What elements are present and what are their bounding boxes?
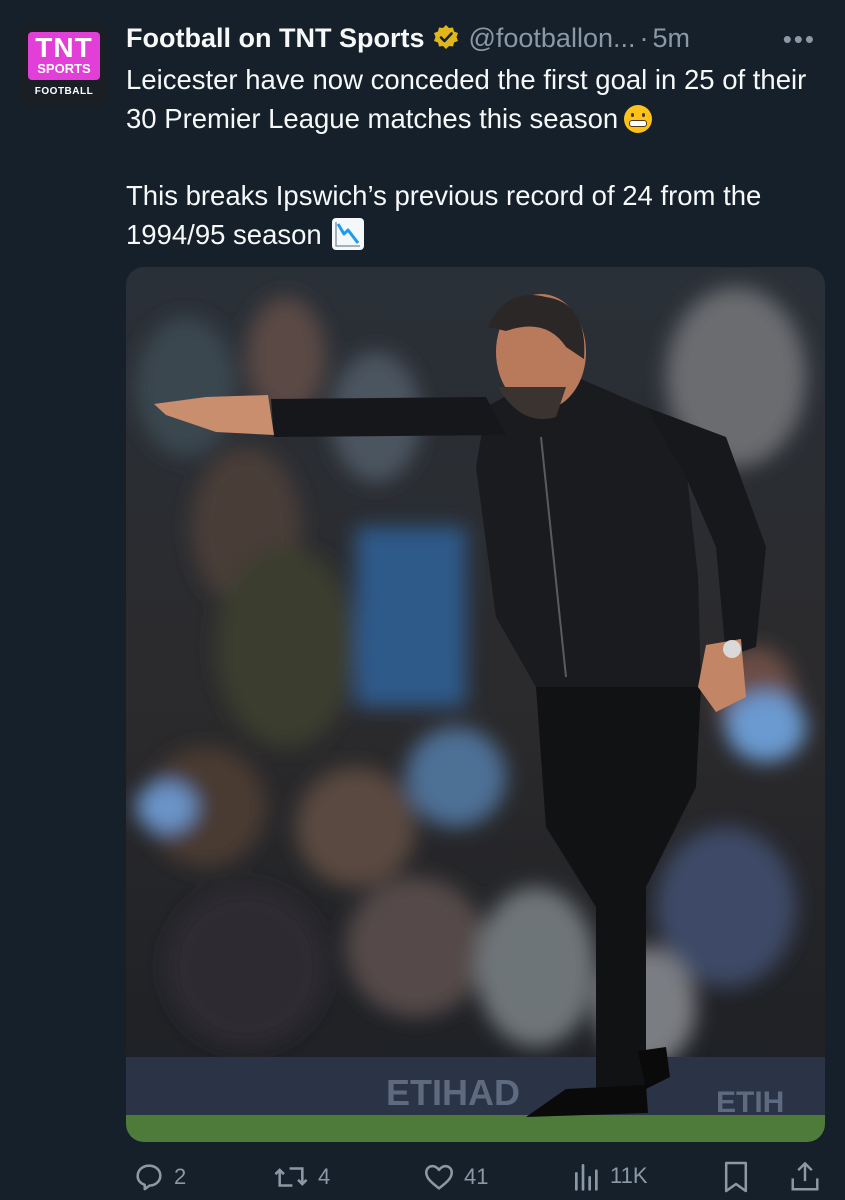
tweet-line-1: Leicester have now conceded the first go… xyxy=(126,64,807,134)
ad-board-text-1: ETIHAD xyxy=(386,1072,520,1113)
tweet-header: Football on TNT Sports @footballon... · … xyxy=(126,18,836,58)
logo-tnt-text: TNT xyxy=(35,32,93,63)
tweet-paragraph-1: Leicester have now conceded the first go… xyxy=(126,60,826,138)
logo-football-text: FOOTBALL xyxy=(34,86,94,97)
like-button[interactable]: 41 xyxy=(422,1160,488,1194)
tweet-line-2: This breaks Ipswich’s previous record of… xyxy=(126,180,762,250)
bookmark-icon xyxy=(722,1160,750,1194)
repost-button[interactable]: 4 xyxy=(272,1160,330,1194)
repost-count: 4 xyxy=(318,1164,331,1189)
views-count: 11K xyxy=(610,1163,648,1188)
display-name[interactable]: Football on TNT Sports xyxy=(126,23,424,54)
chart-decreasing-emoji-icon xyxy=(331,218,364,250)
like-count: 41 xyxy=(464,1164,489,1189)
reply-count: 2 xyxy=(174,1164,187,1189)
post-timestamp[interactable]: 5m xyxy=(652,23,690,54)
user-handle[interactable]: @footballon... xyxy=(468,23,635,54)
avatar[interactable]: TNT SPORTS FOOTBALL xyxy=(20,22,108,110)
grimacing-face-emoji-icon xyxy=(624,105,653,133)
verified-badge-icon xyxy=(432,24,460,52)
reply-icon xyxy=(132,1160,166,1194)
reply-button[interactable]: 2 xyxy=(132,1160,186,1194)
tweet: TNT SPORTS FOOTBALL Football on TNT Spor… xyxy=(0,0,845,1200)
share-button[interactable] xyxy=(790,1160,820,1194)
bookmark-button[interactable] xyxy=(722,1160,750,1194)
logo-sports-text: SPORTS xyxy=(37,61,91,76)
views-button[interactable]: 11K xyxy=(572,1160,648,1192)
views-bar-chart-icon xyxy=(572,1160,602,1192)
heart-icon xyxy=(422,1160,456,1194)
more-options-icon[interactable]: ••• xyxy=(783,24,816,55)
tweet-photo[interactable]: ETIHAD ETIH xyxy=(126,267,825,1142)
pitch-grass xyxy=(126,1115,825,1142)
repost-icon xyxy=(272,1160,310,1194)
action-bar: 2 4 41 11K xyxy=(126,1152,826,1200)
share-icon xyxy=(790,1160,820,1194)
tweet-text: Leicester have now conceded the first go… xyxy=(126,60,826,254)
header-separator: · xyxy=(639,22,649,53)
tweet-paragraph-2: This breaks Ipswich’s previous record of… xyxy=(126,176,826,254)
brand-logo: TNT SPORTS xyxy=(28,32,100,80)
ad-board-text-2: ETIH xyxy=(716,1086,784,1119)
